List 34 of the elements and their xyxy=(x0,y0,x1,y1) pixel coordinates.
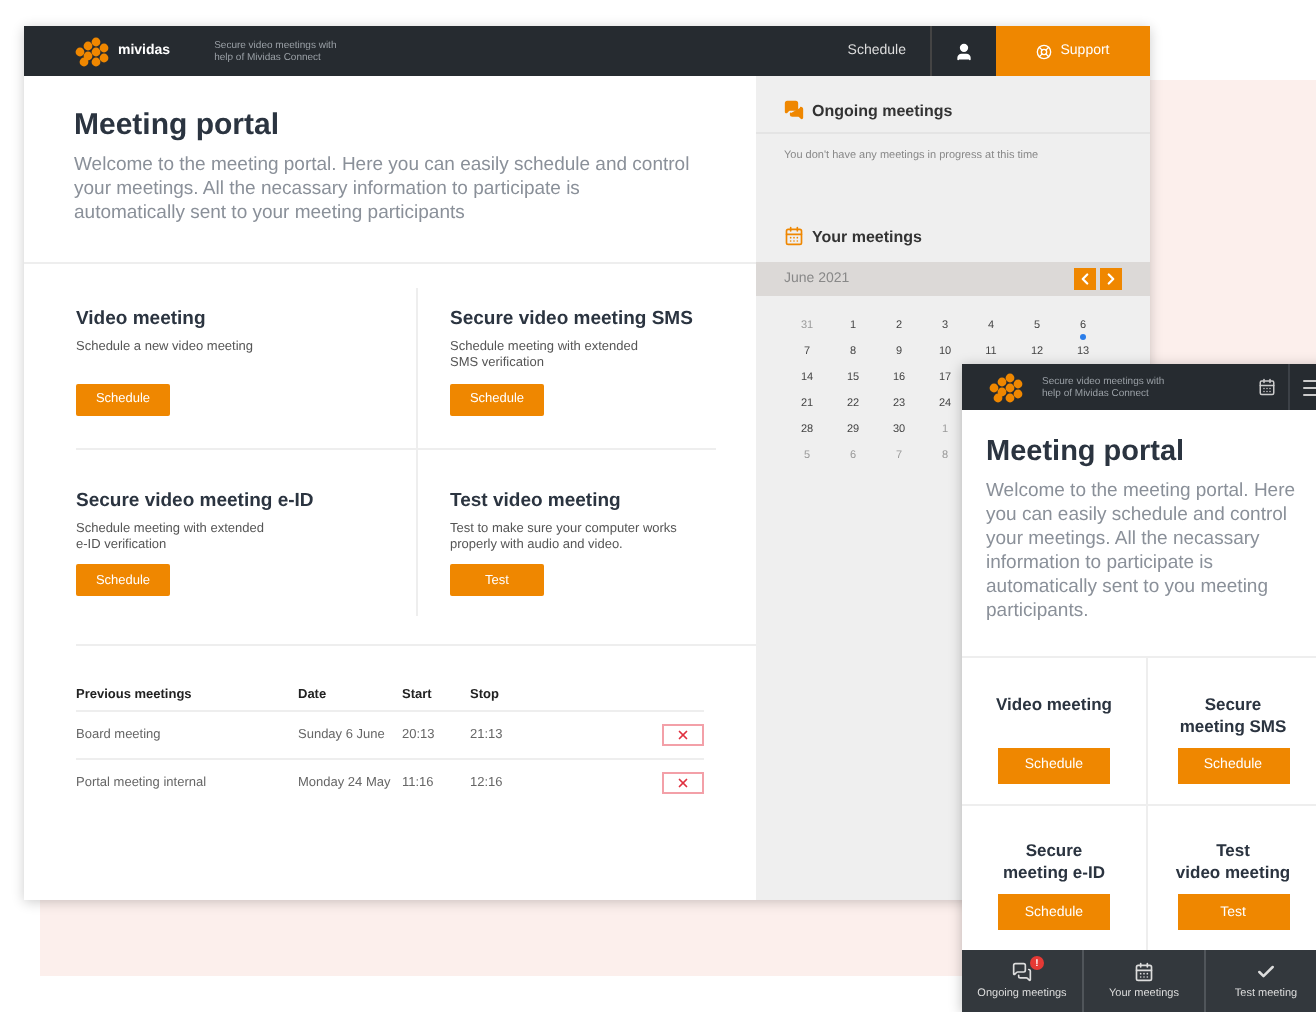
logo-icon xyxy=(72,35,112,67)
card-title: Secure video meeting SMS xyxy=(450,308,695,330)
card-title: Secure video meeting e-ID xyxy=(76,489,316,511)
intro-text: Welcome to the meeting portal. Here you can easily schedule and control your meetings. All the necassary information to participate is automatically sent to your meeting participants xyxy=(74,154,692,226)
previous-button[interactable] xyxy=(1074,268,1096,290)
close-icon xyxy=(676,728,690,742)
close-icon xyxy=(676,776,690,790)
delete-button[interactable] xyxy=(662,772,704,794)
card-title: Test video meeting xyxy=(450,489,623,511)
calendar-icon xyxy=(1257,378,1275,396)
user-icon xyxy=(954,41,974,61)
menu-icon xyxy=(1299,375,1316,399)
logo-icon xyxy=(986,371,1026,403)
chevron-left-icon xyxy=(1076,270,1094,288)
meeting-dot xyxy=(1080,334,1086,340)
section-title: Your meetings xyxy=(812,227,922,245)
section-title: Ongoing meetings xyxy=(812,101,953,119)
check-icon xyxy=(1256,962,1276,982)
calendar-icon xyxy=(1134,962,1154,982)
page-title: Meeting portal xyxy=(986,436,1187,468)
delete-button[interactable] xyxy=(662,724,704,746)
chat-icon xyxy=(784,100,804,120)
chevron-right-icon xyxy=(1102,270,1120,288)
calendar-icon xyxy=(784,226,804,246)
card-title: Secure meeting e-ID xyxy=(1002,840,1105,884)
intro-text: Welcome to the meeting portal. Here you can easily schedule and control your meetings. All the necassary information to participate is automatically sent to you meeting participants. xyxy=(986,480,1298,624)
card-title: Video meeting xyxy=(76,308,208,330)
lifebuoy-icon xyxy=(1036,43,1053,59)
card-title: Test video meeting xyxy=(1175,840,1291,884)
chat-icon xyxy=(1012,962,1032,982)
card-title: Video meeting xyxy=(996,693,1112,718)
card-title: Secure meeting SMS xyxy=(1179,693,1287,737)
next-button[interactable] xyxy=(1100,268,1122,290)
page-title: Meeting portal xyxy=(74,108,282,142)
